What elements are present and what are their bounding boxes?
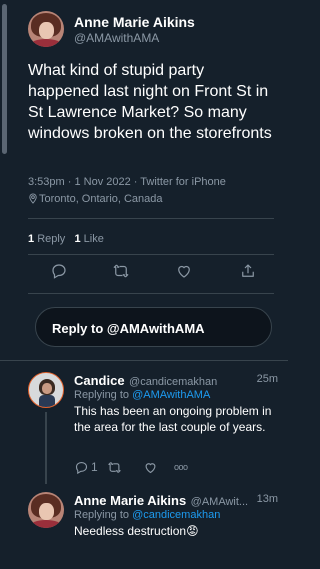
divider [28,218,274,219]
reply-author-name[interactable]: Anne Marie Aikins [74,493,186,508]
like-icon[interactable] [175,262,195,282]
reply-time[interactable]: 25m [257,373,278,385]
reply-tweet[interactable]: Anne Marie Aikins @AMAwit... 13m Replyin… [0,492,288,552]
divider [28,293,274,294]
retweet-button[interactable] [107,459,122,475]
thread-line [45,412,47,484]
tweet-timestamp[interactable]: 3:53pm · 1 Nov 2022 · Twitter for iPhone [28,176,226,188]
share-icon[interactable] [239,262,259,282]
tweet-stats: 1 Reply 1 Like [28,233,104,245]
mention-link[interactable]: @AMAwithAMA [132,389,210,401]
mention-link[interactable]: @candicemakhan [132,509,220,521]
reply-header: Candice @candicemakhan 25m [74,372,280,388]
reply-text: This has been an ongoing problem in the … [74,404,272,434]
reply-input[interactable] [50,308,264,348]
retweet-icon [108,461,121,473]
tweet-location[interactable]: Toronto, Ontario, Canada [28,193,163,205]
reply-author-avatar[interactable] [28,492,64,528]
divider [0,360,288,361]
author-handle[interactable]: @AMAwithAMA [74,31,159,45]
tweet-header: Anne Marie Aikins @AMAwithAMA [28,11,278,47]
like-icon [145,462,156,473]
tweet-text: What kind of stupid party happened last … [28,62,272,142]
retweet-icon[interactable] [112,262,132,282]
location-label: Toronto, Ontario, Canada [39,193,163,205]
more-options-icon[interactable]: ooo [174,459,188,475]
reply-icon [75,461,88,474]
reply-author-handle[interactable]: @AMAwit... [191,496,248,508]
reply-tweet[interactable]: Candice @candicemakhan 25m Replying to @… [0,372,288,484]
replying-to: Replying to @candicemakhan [74,509,221,521]
divider [28,254,274,255]
reply-author-handle[interactable]: @candicemakhan [129,376,217,388]
reply-button[interactable]: 1 [74,459,98,475]
reply-stat[interactable]: 1 Reply [28,233,65,245]
reply-time[interactable]: 13m [257,493,278,505]
scrollbar[interactable] [2,4,7,154]
location-pin-icon [29,193,37,204]
reply-text: Needless destruction😡 [74,524,199,538]
like-button[interactable] [143,459,158,475]
reply-header: Anne Marie Aikins @AMAwit... 13m [74,492,280,508]
author-name[interactable]: Anne Marie Aikins [74,14,195,30]
reply-actions: 1 ooo [74,459,234,475]
tweet-actions [28,262,274,282]
reply-composer[interactable] [35,307,272,348]
like-stat[interactable]: 1 Like [74,233,103,245]
replying-to: Replying to @AMAwithAMA [74,389,211,401]
reply-icon[interactable] [50,262,70,282]
reply-author-avatar[interactable] [28,372,64,408]
reply-count: 1 [91,460,98,474]
reply-author-name[interactable]: Candice [74,373,125,388]
angry-face-emoji: 😡 [186,524,199,538]
author-avatar[interactable] [28,11,64,47]
